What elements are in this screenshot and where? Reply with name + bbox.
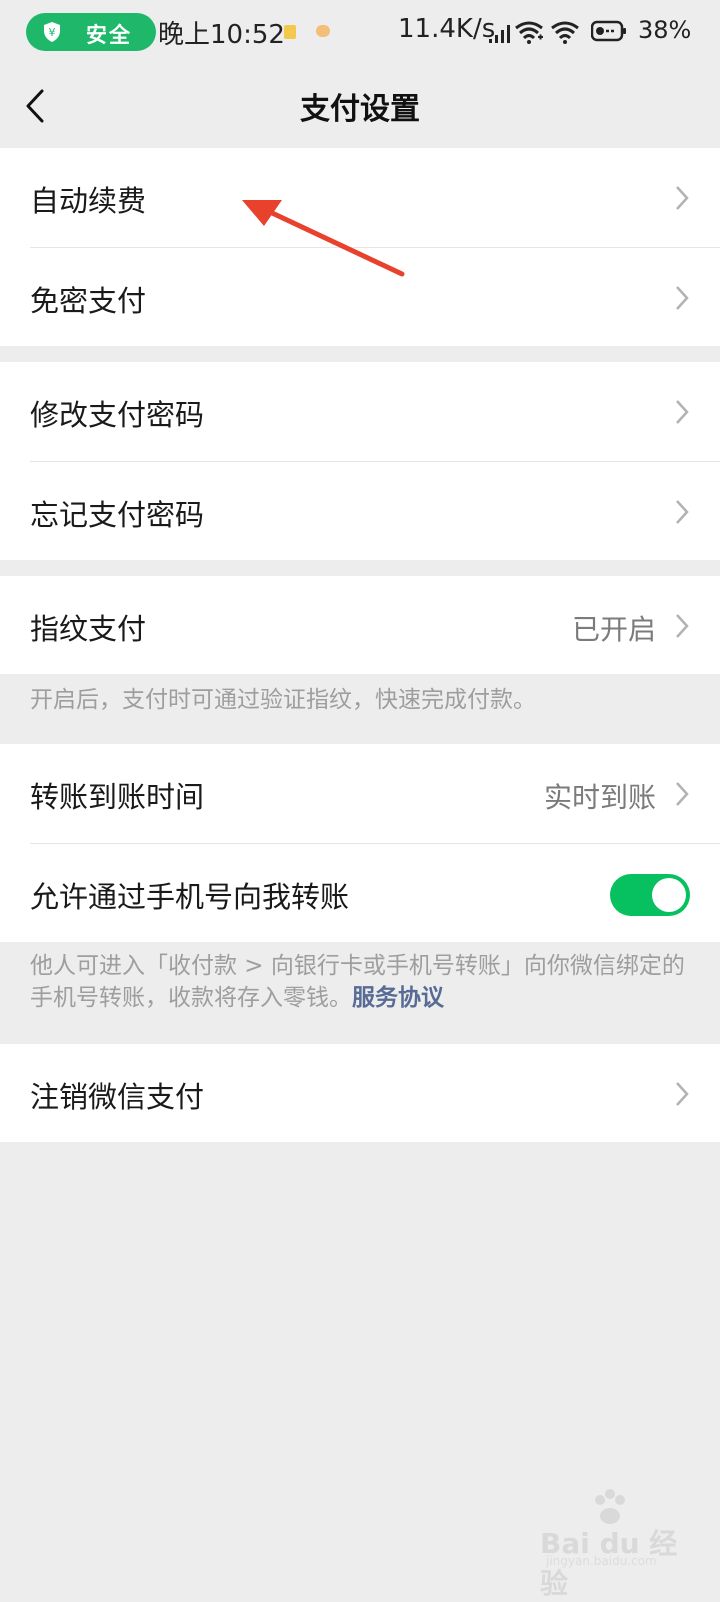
security-label: 安全 bbox=[86, 23, 132, 47]
clock: 晚上10:52 bbox=[158, 20, 285, 50]
nav-bar: 支付设置 bbox=[0, 64, 720, 148]
row-label: 允许通过手机号向我转账 bbox=[30, 880, 350, 914]
row-label: 指纹支付 bbox=[30, 612, 147, 646]
chevron-right-icon bbox=[676, 186, 689, 210]
phone-transfer-note: 他人可进入「收付款 > 向银行卡或手机号转账」向你微信绑定的手机号转账，收款将存… bbox=[30, 950, 690, 1014]
battery-percent: 38% bbox=[638, 16, 692, 44]
wifi-icon bbox=[551, 21, 579, 44]
row-label: 注销微信支付 bbox=[30, 1080, 205, 1114]
chevron-right-icon bbox=[676, 782, 689, 806]
page-title: 支付设置 bbox=[300, 92, 420, 127]
row-forgot-password[interactable]: 忘记支付密码 bbox=[0, 462, 720, 562]
row-close-wechat-pay[interactable]: 注销微信支付 bbox=[0, 1044, 720, 1144]
fingerprint-note: 开启后，支付时可通过验证指纹，快速完成付款。 bbox=[30, 687, 536, 713]
chevron-right-icon bbox=[676, 286, 689, 310]
chevron-right-icon bbox=[676, 1082, 689, 1106]
row-value: 实时到账 bbox=[543, 781, 656, 814]
watermark-url: jingyan.baidu.com bbox=[546, 1554, 657, 1568]
toggle-knob bbox=[652, 878, 686, 912]
row-fingerprint-pay[interactable]: 指纹支付 已开启 bbox=[0, 576, 720, 676]
row-value: 已开启 bbox=[571, 613, 656, 646]
status-bar: ¥ 安全 晚上10:52 11.4K/s 38% bbox=[0, 0, 720, 64]
row-change-password[interactable]: 修改支付密码 bbox=[0, 362, 720, 462]
security-badge[interactable]: ¥ 安全 bbox=[26, 13, 156, 51]
wifi-icon bbox=[515, 21, 543, 44]
settings-group-password: 修改支付密码 忘记支付密码 bbox=[0, 362, 720, 560]
row-label: 免密支付 bbox=[30, 284, 147, 318]
row-label: 转账到账时间 bbox=[30, 780, 205, 814]
shield-icon: ¥ bbox=[44, 22, 60, 42]
service-agreement-link[interactable]: 服务协议 bbox=[352, 985, 444, 1011]
row-label: 忘记支付密码 bbox=[30, 498, 205, 532]
baidu-watermark: Bai du 经验 jingyan.baidu.com bbox=[540, 1488, 700, 1600]
svg-text:¥: ¥ bbox=[49, 26, 56, 39]
settings-group-fingerprint: 指纹支付 已开启 bbox=[0, 576, 720, 674]
phone-transfer-toggle[interactable] bbox=[610, 874, 690, 916]
settings-group-close: 注销微信支付 bbox=[0, 1044, 720, 1142]
settings-group-transfer: 转账到账时间 实时到账 允许通过手机号向我转账 bbox=[0, 744, 720, 942]
notification-icon bbox=[316, 25, 330, 37]
row-label: 修改支付密码 bbox=[30, 398, 205, 432]
sim-icon bbox=[284, 25, 296, 39]
row-phone-transfer: 允许通过手机号向我转账 bbox=[0, 844, 720, 944]
chevron-right-icon bbox=[676, 400, 689, 424]
annotation-arrow-icon bbox=[242, 200, 405, 277]
chevron-right-icon bbox=[676, 500, 689, 524]
battery-icon bbox=[591, 20, 626, 42]
signal-icon bbox=[489, 25, 510, 43]
chevron-right-icon bbox=[676, 614, 689, 638]
row-transfer-time[interactable]: 转账到账时间 实时到账 bbox=[0, 744, 720, 844]
row-label: 自动续费 bbox=[30, 184, 147, 218]
network-speed: 11.4K/s bbox=[398, 14, 496, 44]
